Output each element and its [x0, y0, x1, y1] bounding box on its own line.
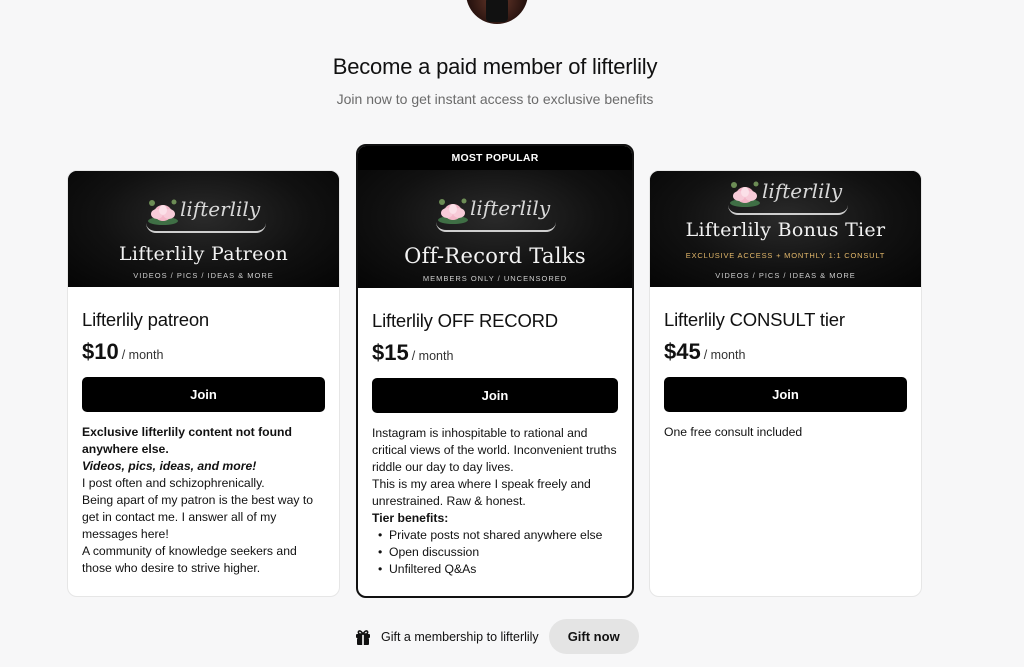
- benefit-item: Private posts not shared anywhere else: [372, 527, 618, 544]
- join-button[interactable]: Join: [372, 378, 618, 413]
- banner-logo-text: lifterlily: [762, 179, 843, 203]
- logo-swoosh: [436, 222, 556, 232]
- tier-name: Lifterlily OFF RECORD: [372, 310, 558, 331]
- lifterlily-logo: lifterlily: [358, 188, 632, 232]
- benefit-item: Open discussion: [372, 544, 618, 561]
- desc-line: Instagram is inhospitable to rational an…: [372, 426, 617, 474]
- desc-line: Being apart of my patron is the best way…: [82, 493, 314, 541]
- logo-swoosh: [728, 205, 848, 215]
- desc-line: One free consult included: [664, 425, 803, 439]
- join-button[interactable]: Join: [82, 377, 325, 412]
- tier-card-patreon: lifterlily Lifterlily Patreon VIDEOS / P…: [67, 170, 340, 597]
- banner-subtitle: VIDEOS / PICS / IDEAS & MORE: [715, 271, 856, 280]
- lifterlily-logo: lifterlily: [68, 189, 339, 233]
- tier-card-off-record: MOST POPULAR lifterlily Off-Record Talks…: [356, 144, 634, 598]
- benefits-list: Private posts not shared anywhere else O…: [372, 527, 618, 578]
- tier-card-consult: lifterlily Lifterlily Bonus Tier EXCLUSI…: [649, 170, 922, 597]
- price-period: / month: [411, 349, 454, 363]
- benefit-item: Unfiltered Q&As: [372, 561, 618, 578]
- banner-title: Lifterlily Bonus Tier: [685, 219, 886, 241]
- banner-subtitle: VIDEOS / PICS / IDEAS & MORE: [133, 271, 274, 280]
- tier-name: Lifterlily CONSULT tier: [664, 309, 845, 330]
- banner-title: Off-Record Talks: [404, 244, 586, 268]
- tier-price: $45: [664, 339, 701, 364]
- join-button[interactable]: Join: [664, 377, 907, 412]
- tier-description: One free consult included: [664, 424, 907, 441]
- tier-description: Exclusive lifterlily content not found a…: [82, 424, 325, 577]
- price-row: $10 / month: [82, 339, 325, 365]
- desc-line: I post often and schizophrenically.: [82, 476, 265, 490]
- desc-line: This is my area where I speak freely and…: [372, 477, 591, 508]
- gift-icon: [356, 629, 370, 645]
- price-row: $15 / month: [372, 340, 618, 366]
- tier-price: $10: [82, 339, 119, 364]
- price-period: / month: [121, 348, 164, 362]
- price-row: $45 / month: [664, 339, 907, 365]
- page-subtitle: Join now to get instant access to exclus…: [336, 91, 654, 107]
- benefits-heading: Tier benefits:: [372, 511, 449, 525]
- tier-banner: lifterlily Lifterlily Patreon VIDEOS / P…: [68, 171, 339, 287]
- banner-logo-text: lifterlily: [470, 196, 551, 220]
- banner-gold-subtitle: EXCLUSIVE ACCESS + MONTHLY 1:1 CONSULT: [685, 251, 886, 260]
- gift-text: Gift a membership to lifterlily: [381, 629, 539, 644]
- tier-banner: lifterlily Lifterlily Bonus Tier EXCLUSI…: [650, 171, 921, 287]
- tier-name: Lifterlily patreon: [82, 309, 209, 330]
- most-popular-badge: MOST POPULAR: [358, 146, 632, 170]
- banner-logo-text: lifterlily: [180, 197, 261, 221]
- desc-bold: Exclusive lifterlily content not found a…: [82, 425, 292, 456]
- gift-membership-row: Gift a membership to lifterlily Gift now: [354, 619, 639, 654]
- logo-swoosh: [146, 223, 266, 233]
- gift-now-button[interactable]: Gift now: [548, 619, 639, 654]
- tier-price: $15: [372, 340, 409, 365]
- desc-line: A community of knowledge seekers and tho…: [82, 544, 297, 575]
- page-title: Become a paid member of lifterlily: [332, 54, 658, 79]
- tier-description: Instagram is inhospitable to rational an…: [372, 425, 618, 578]
- price-period: / month: [703, 348, 746, 362]
- creator-avatar: [466, 0, 528, 24]
- lifterlily-logo: lifterlily: [650, 171, 921, 215]
- desc-italic: Videos, pics, ideas, and more!: [82, 459, 257, 473]
- tier-banner: lifterlily Off-Record Talks MEMBERS ONLY…: [358, 170, 632, 288]
- banner-title: Lifterlily Patreon: [119, 243, 288, 265]
- banner-subtitle: MEMBERS ONLY / UNCENSORED: [422, 274, 568, 283]
